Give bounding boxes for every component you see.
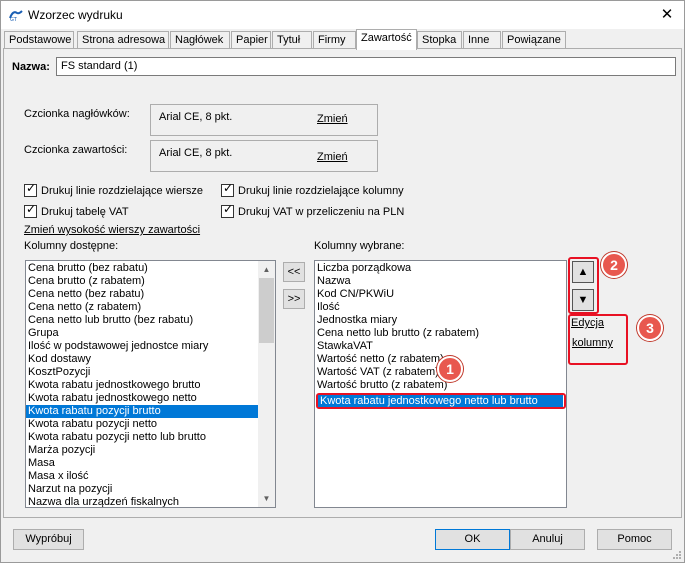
available-columns-label: Kolumny dostępne:: [24, 240, 119, 252]
header-font-value: Arial CE, 8 pkt.: [159, 111, 233, 123]
chosen-columns-list[interactable]: Liczba porządkowa Nazwa Kod CN/PKWiU Ilo…: [314, 260, 567, 508]
list-item-selected[interactable]: Kwota rabatu jednostkowego netto lub bru…: [318, 395, 563, 407]
help-button[interactable]: Pomoc: [597, 529, 672, 550]
checkbox-vat-table[interactable]: ✓ Drukuj tabelę VAT: [24, 202, 129, 219]
content-font-box: Arial CE, 8 pkt. Zmień: [150, 140, 378, 172]
checkbox-label: Drukuj linie rozdzielające wiersze: [41, 185, 204, 197]
list-item[interactable]: Cena brutto (z rabatem): [26, 275, 258, 288]
checkbox-column-lines[interactable]: ✓ Drukuj linie rozdzielające kolumny: [221, 181, 404, 198]
checkbox-label: Drukuj tabelę VAT: [41, 206, 129, 218]
close-icon[interactable]: ✕: [654, 3, 680, 27]
tab-firmy[interactable]: Firmy: [313, 31, 356, 49]
content-font-value: Arial CE, 8 pkt.: [159, 147, 233, 159]
tab-powiazane[interactable]: Powiązane: [502, 31, 566, 49]
header-font-box: Arial CE, 8 pkt. Zmień: [150, 104, 378, 136]
svg-text:GT: GT: [10, 17, 18, 22]
list-item[interactable]: Narzut na pozycji: [26, 483, 258, 496]
name-label: Nazwa:: [12, 61, 50, 73]
list-item[interactable]: Grupa: [26, 327, 258, 340]
dialog-window: GT Wzorzec wydruku ✕ Podstawowe Strona a…: [0, 0, 685, 563]
app-icon: GT: [9, 10, 23, 22]
available-list-scrollbar[interactable]: ▲ ▼: [258, 261, 275, 507]
edit-columns-link-line1[interactable]: Edycja: [571, 317, 604, 329]
callout-badge-3: 3: [637, 315, 663, 341]
scroll-up-icon[interactable]: ▲: [258, 261, 275, 278]
list-item[interactable]: Masa: [26, 457, 258, 470]
chosen-columns-label: Kolumny wybrane:: [314, 240, 405, 252]
list-item[interactable]: StawkaVAT: [315, 340, 566, 353]
callout-badge-2: 2: [601, 252, 627, 278]
list-item[interactable]: Liczba porządkowa: [315, 262, 566, 275]
content-font-change-link[interactable]: Zmień: [317, 151, 348, 163]
list-item[interactable]: Wartość brutto (z rabatem): [315, 379, 566, 392]
cancel-button[interactable]: Anuluj: [510, 529, 585, 550]
tab-papier[interactable]: Papier: [231, 31, 271, 49]
window-title: Wzorzec wydruku: [28, 8, 123, 22]
move-up-button[interactable]: ▲: [572, 261, 594, 283]
list-item[interactable]: Kod CN/PKWiU: [315, 288, 566, 301]
checkbox-box[interactable]: ✓: [221, 181, 234, 197]
list-item[interactable]: Ilość w podstawowej jednostce miary: [26, 340, 258, 353]
tab-stopka[interactable]: Stopka: [417, 31, 462, 49]
list-item[interactable]: Kwota rabatu pozycji netto lub brutto: [26, 431, 258, 444]
list-item[interactable]: Masa x ilość: [26, 470, 258, 483]
scroll-thumb[interactable]: [259, 278, 274, 343]
check-icon: ✓: [223, 181, 234, 195]
tab-strona-adresowa[interactable]: Strona adresowa: [77, 31, 169, 49]
checkbox-box[interactable]: ✓: [24, 202, 37, 218]
try-button[interactable]: Wypróbuj: [13, 529, 84, 550]
move-down-button[interactable]: ▼: [572, 289, 594, 311]
list-item[interactable]: Kod dostawy: [26, 353, 258, 366]
list-item[interactable]: Cena netto (bez rabatu): [26, 288, 258, 301]
tab-inne[interactable]: Inne: [463, 31, 501, 49]
callout-badge-1: 1: [437, 356, 463, 382]
checkbox-box[interactable]: ✓: [24, 181, 37, 197]
list-item[interactable]: Kwota rabatu pozycji netto: [26, 418, 258, 431]
move-right-button[interactable]: >>: [283, 289, 305, 309]
name-field[interactable]: FS standard (1): [56, 57, 676, 76]
checkbox-label: Drukuj VAT w przeliczeniu na PLN: [238, 206, 405, 218]
list-item[interactable]: Kwota rabatu jednostkowego netto: [26, 392, 258, 405]
checkbox-label: Drukuj linie rozdzielające kolumny: [238, 185, 404, 197]
checkbox-box[interactable]: ✓: [221, 202, 234, 218]
list-item[interactable]: Cena netto lub brutto (z rabatem): [315, 327, 566, 340]
ok-button[interactable]: OK: [435, 529, 510, 550]
list-item[interactable]: Nazwa: [315, 275, 566, 288]
content-font-label: Czcionka zawartości:: [24, 144, 128, 156]
tab-tytul[interactable]: Tytuł: [272, 31, 312, 49]
resize-grip-icon[interactable]: [672, 550, 682, 560]
list-item[interactable]: Marża pozycji: [26, 444, 258, 457]
check-icon: ✓: [26, 181, 37, 195]
check-icon: ✓: [26, 202, 37, 216]
tab-zawartosc[interactable]: Zawartość: [356, 29, 417, 50]
available-columns-list[interactable]: Cena brutto (bez rabatu) Cena brutto (z …: [25, 260, 276, 508]
list-item[interactable]: Kwota rabatu jednostkowego brutto: [26, 379, 258, 392]
move-left-button[interactable]: <<: [283, 262, 305, 282]
checkbox-vat-pln[interactable]: ✓ Drukuj VAT w przeliczeniu na PLN: [221, 202, 405, 219]
row-height-link[interactable]: Zmień wysokość wierszy zawartości: [24, 224, 200, 236]
list-item[interactable]: Jednostka miary: [315, 314, 566, 327]
list-item-selected[interactable]: Kwota rabatu pozycji brutto: [26, 405, 258, 418]
list-item[interactable]: Ilość: [315, 301, 566, 314]
list-item[interactable]: Nazwa dla urządzeń fiskalnych: [26, 496, 258, 507]
list-item[interactable]: Cena netto lub brutto (bez rabatu): [26, 314, 258, 327]
check-icon: ✓: [223, 202, 234, 216]
list-item[interactable]: Cena brutto (bez rabatu): [26, 262, 258, 275]
list-item[interactable]: Cena netto (z rabatem): [26, 301, 258, 314]
title-bar: GT Wzorzec wydruku ✕: [1, 1, 684, 29]
edit-columns-link-line2[interactable]: kolumny: [572, 337, 613, 349]
tab-podstawowe[interactable]: Podstawowe: [4, 31, 74, 49]
tab-panel-zawartosc: Nazwa: FS standard (1) Czcionka nagłówkó…: [3, 48, 682, 518]
list-item[interactable]: KosztPozycji: [26, 366, 258, 379]
scroll-down-icon[interactable]: ▼: [258, 490, 275, 507]
header-font-change-link[interactable]: Zmień: [317, 113, 348, 125]
checkbox-row-lines[interactable]: ✓ Drukuj linie rozdzielające wiersze: [24, 181, 204, 198]
tab-naglowek[interactable]: Nagłówek: [170, 31, 230, 49]
header-font-label: Czcionka nagłówków:: [24, 108, 130, 120]
